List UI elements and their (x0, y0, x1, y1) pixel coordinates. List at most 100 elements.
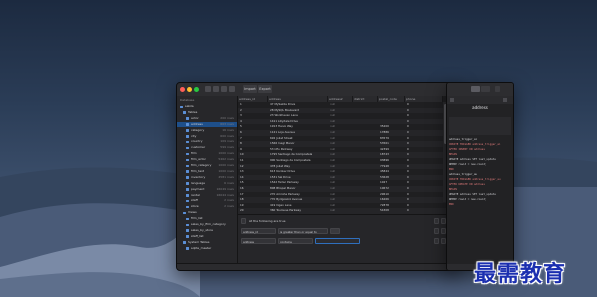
panel-settings-icon[interactable] (503, 98, 507, 102)
panel-tab-structure[interactable] (471, 86, 480, 92)
sidebar-item-count: 16044 rows (216, 192, 234, 197)
filter-field-select-1[interactable]: address_id (241, 228, 276, 234)
code-line: WHERE rowid = new.rowid; (449, 198, 487, 201)
filter-value-input-1[interactable] (330, 228, 340, 234)
sidebar-item[interactable]: film_actor 5462 rows (177, 157, 237, 163)
code-line: END (449, 203, 454, 206)
watermark-text: 最需教育 (474, 261, 567, 287)
sidebar-item-label: country (191, 139, 203, 144)
code-line: BEGIN (449, 188, 457, 191)
sidebar-item[interactable]: staff_list (177, 234, 237, 240)
sidebar-item-label: sales_by_film_category (191, 222, 226, 226)
sidebar-item[interactable]: System Tables (177, 240, 237, 246)
sidebar-item[interactable]: Tables (177, 110, 237, 116)
sidebar-item[interactable]: sqlite_master (177, 246, 237, 252)
sidebar-item-count: 4581 rows (218, 174, 234, 179)
table-icon (186, 188, 189, 191)
import-button[interactable]: Import (243, 85, 257, 93)
code-line: CREATE TRIGGER address_trigger_au (449, 178, 501, 181)
filter-value-input-2[interactable] (315, 238, 360, 244)
table-icon (186, 217, 189, 221)
sidebar-item-count: 603 rows (220, 121, 234, 126)
zoom-window-button[interactable] (194, 87, 199, 92)
sidebar-item[interactable]: film 1000 rows (177, 151, 237, 157)
folder-icon (180, 105, 183, 108)
filter-row1-remove-button[interactable] (434, 228, 439, 234)
sidebar-item-label: customer (191, 145, 206, 150)
code-line: address_trigger_ai (449, 138, 478, 141)
panel-back-icon[interactable] (450, 98, 454, 102)
sidebar-item[interactable]: language 6 rows (177, 181, 237, 187)
refresh-icon[interactable] (205, 86, 211, 92)
panel-tab-info[interactable] (481, 86, 490, 92)
sidebar-item[interactable]: category 16 rows (177, 128, 237, 134)
sidebar-item-label: Views (188, 210, 197, 215)
add-row-icon[interactable] (213, 86, 219, 92)
sidebar-item[interactable]: country 109 rows (177, 139, 237, 145)
sidebar-item[interactable]: city 600 rows (177, 134, 237, 140)
filter-operator-select-1[interactable]: is greater than or equal to (278, 228, 328, 234)
sidebar-item[interactable]: inventory 4581 rows (177, 175, 237, 181)
sidebar-item-count: 6 rows (224, 180, 234, 185)
panel-toolbar (447, 83, 513, 97)
data-grid: address_id address address2 district postal_… (238, 96, 450, 214)
sidebar-item[interactable]: store 2 rows (177, 204, 237, 210)
sidebar-item-label: payment (191, 186, 205, 191)
sidebar-item[interactable]: Views (177, 210, 237, 216)
table-icon (186, 205, 189, 209)
table-icon (186, 235, 189, 238)
sidebar-item[interactable]: address 603 rows (177, 121, 237, 128)
table-icon (186, 247, 189, 250)
sidebar-item[interactable]: staff 2 rows (177, 198, 237, 204)
sidebar-item-label: address (191, 121, 203, 126)
sidebar-item[interactable]: customer 599 rows (177, 145, 237, 151)
filter-remove-button[interactable] (434, 218, 439, 224)
sidebar-item[interactable]: actor 200 rows (177, 116, 237, 122)
table-icon (186, 129, 189, 132)
table-icon (186, 158, 189, 162)
sidebar-item-label: store (191, 204, 199, 209)
panel-title: address (472, 105, 488, 110)
sidebar-item-count: 600 rows (220, 133, 234, 138)
code-line: address_trigger_au (449, 173, 478, 176)
filter-row2-remove-button[interactable] (434, 238, 439, 244)
sidebar-item-label: category (191, 127, 205, 132)
sidebar-item-count: 200 rows (220, 115, 234, 120)
sql-icon[interactable] (229, 86, 235, 92)
sidebar-item[interactable]: rental 16044 rows (177, 193, 237, 199)
sidebar-item[interactable]: sakila (177, 104, 237, 110)
sidebar-item[interactable]: film_category 1000 rows (177, 163, 237, 169)
filter-checkbox[interactable] (241, 218, 246, 224)
sidebar-item-count: 1000 rows (218, 163, 234, 167)
folder-icon (183, 111, 186, 114)
table-icon (186, 117, 189, 120)
sidebar-item[interactable]: film_list (177, 216, 237, 222)
code-line: UPDATE address SET last_update (449, 158, 496, 161)
sidebar-item-count: 16049 rows (216, 186, 234, 191)
export-button[interactable]: Export (258, 85, 272, 93)
panel-gear-icon[interactable] (495, 86, 500, 92)
sidebar-item-count: 1000 rows (218, 168, 234, 173)
sidebar-item[interactable]: payment 16049 rows (177, 187, 237, 193)
sidebar-item-label: film_category (191, 163, 212, 167)
sidebar-item-label: inventory (191, 174, 206, 179)
sidebar-item-label: film_list (191, 216, 203, 221)
code-line: BEGIN (449, 153, 457, 156)
delete-row-icon[interactable] (221, 86, 227, 92)
sidebar-item-label: rental (191, 192, 200, 197)
sidebar-item-label: film_actor (191, 157, 206, 162)
minimize-window-button[interactable] (187, 87, 192, 92)
table-icon (186, 199, 189, 203)
close-window-button[interactable] (180, 87, 185, 92)
sidebar: Database sakila Tables actor 200 rows addres… (177, 96, 238, 270)
code-line: CREATE TRIGGER address_trigger_ai (449, 143, 501, 146)
filter-field-select-2[interactable]: address (241, 238, 276, 244)
panel-subtitle (447, 111, 513, 114)
filter-operator-select-2[interactable]: contains (278, 238, 313, 244)
sidebar-item[interactable]: sales_by_film_category (177, 222, 237, 228)
panel-subtoolbar (447, 96, 513, 104)
sidebar-item-label: staff (191, 198, 198, 203)
sidebar-item[interactable]: film_text 1000 rows (177, 169, 237, 175)
table-icon (186, 146, 189, 150)
sidebar-item[interactable]: sales_by_store (177, 228, 237, 234)
